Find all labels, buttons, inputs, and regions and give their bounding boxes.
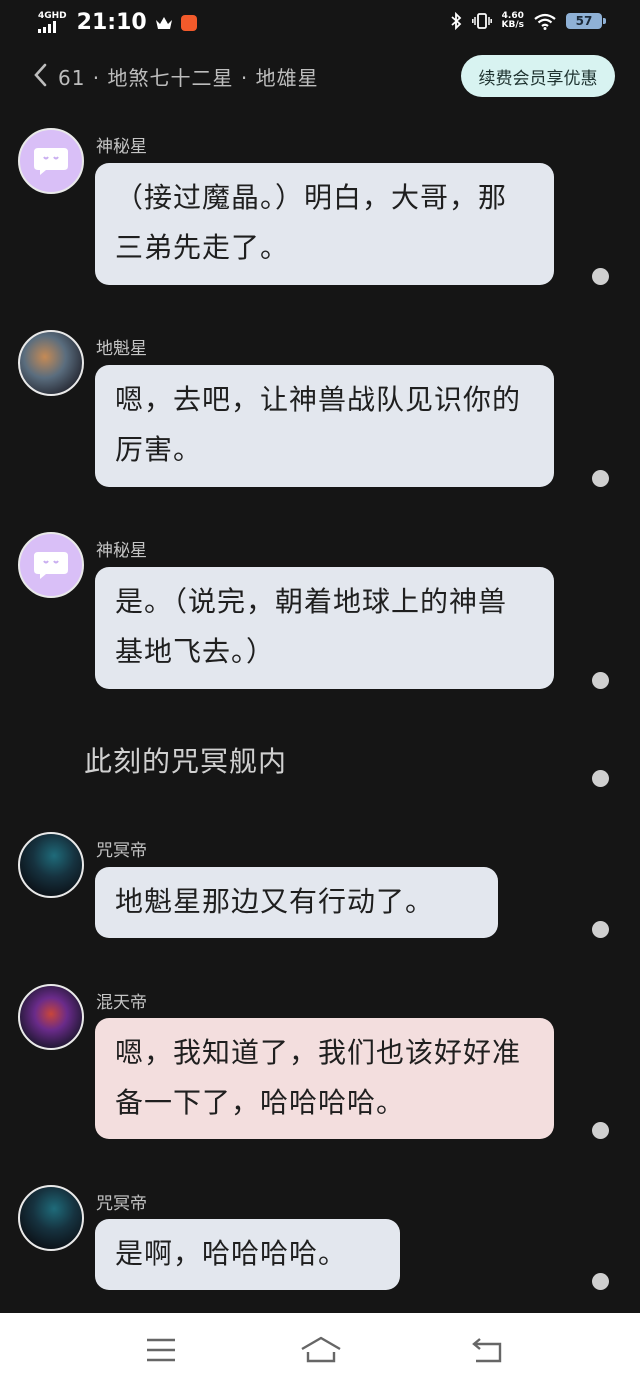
back-icon[interactable] <box>470 1335 504 1365</box>
message-bubble[interactable]: 嗯，我知道了，我们也该好好准备一下了，哈哈哈哈。 <box>95 1018 554 1139</box>
message-bubble[interactable]: 地魁星那边又有行动了。 <box>95 867 498 938</box>
chat-bubble-icon <box>34 148 68 175</box>
sender-name: 神秘星 <box>96 541 147 561</box>
system-navigation-bar <box>0 1313 640 1387</box>
crown-icon <box>155 16 172 29</box>
character-avatar[interactable] <box>18 330 84 396</box>
comment-dot[interactable] <box>592 1273 609 1290</box>
chat-header: 61 · 地煞七十二星 · 地雄星 续费会员享优惠 <box>0 52 640 98</box>
cellular-signal-icon: 4GHD <box>38 12 67 33</box>
sender-name: 咒冥帝 <box>96 1194 147 1214</box>
app-notification-icon <box>180 14 197 31</box>
sender-name: 地魁星 <box>96 339 147 359</box>
comment-dot[interactable] <box>592 268 609 285</box>
back-chevron-icon[interactable] <box>32 62 50 88</box>
message-bubble[interactable]: 是。（说完，朝着地球上的神兽基地飞去。） <box>95 567 554 689</box>
ghost-avatar[interactable] <box>18 128 84 194</box>
demon-avatar[interactable] <box>18 984 84 1050</box>
network-speed: 4.60 KB/s <box>502 12 524 30</box>
message-bubble[interactable]: （接过魔晶。）明白，大哥，那三弟先走了。 <box>95 163 554 285</box>
ghost-avatar[interactable] <box>18 532 84 598</box>
comment-dot[interactable] <box>592 672 609 689</box>
network-type: 4GHD <box>38 11 67 21</box>
dark-avatar[interactable] <box>18 1185 84 1251</box>
vibrate-icon <box>471 13 492 29</box>
chat-bubble-icon <box>34 552 68 579</box>
narration-text[interactable]: 此刻的咒冥舰内 <box>84 740 287 780</box>
menu-icon[interactable] <box>145 1335 177 1365</box>
battery-indicator: 57 <box>566 13 606 29</box>
vip-renew-button[interactable]: 续费会员享优惠 <box>461 55 615 97</box>
sender-name: 混天帝 <box>96 993 147 1013</box>
sender-name: 神秘星 <box>96 137 147 157</box>
comment-dot[interactable] <box>592 770 609 787</box>
dark-avatar[interactable] <box>18 832 84 898</box>
status-bar: 4GHD 21:10 4.60 KB/s 57 <box>0 0 640 48</box>
sender-name: 咒冥帝 <box>96 841 147 861</box>
message-bubble[interactable]: 嗯，去吧，让神兽战队见识你的厉害。 <box>95 365 554 487</box>
comment-dot[interactable] <box>592 1122 609 1139</box>
chapter-title[interactable]: 61 · 地煞七十二星 · 地雄星 <box>58 62 319 91</box>
message-bubble[interactable]: 是啊，哈哈哈哈。 <box>95 1219 400 1290</box>
home-icon[interactable] <box>299 1335 343 1365</box>
bluetooth-icon <box>450 12 461 30</box>
clock: 21:10 <box>76 10 147 35</box>
comment-dot[interactable] <box>592 921 609 938</box>
comment-dot[interactable] <box>592 470 609 487</box>
speed-unit: KB/s <box>501 20 524 30</box>
wifi-icon <box>534 13 556 30</box>
